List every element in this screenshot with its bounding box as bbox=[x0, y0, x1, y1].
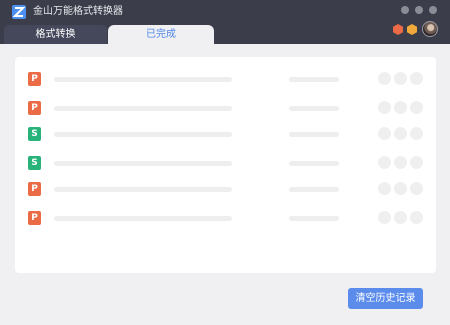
action-icon[interactable] bbox=[394, 156, 407, 169]
completed-file-list: P P S S P P bbox=[15, 57, 436, 273]
file-size-placeholder bbox=[289, 132, 339, 137]
list-item[interactable]: P bbox=[15, 182, 436, 196]
list-item[interactable]: P bbox=[15, 211, 436, 225]
action-icon[interactable] bbox=[410, 182, 423, 195]
file-name-placeholder bbox=[54, 132, 232, 137]
file-size-placeholder bbox=[289, 187, 339, 192]
list-item[interactable]: S bbox=[15, 127, 436, 141]
file-size-placeholder bbox=[289, 77, 339, 82]
tab-format-convert[interactable]: 格式转换 bbox=[4, 25, 107, 44]
action-icon[interactable] bbox=[378, 182, 391, 195]
ppt-file-icon: P bbox=[28, 182, 41, 196]
hexagon-yellow-icon[interactable] bbox=[407, 24, 417, 35]
clear-history-button[interactable]: 清空历史记录 bbox=[348, 288, 423, 309]
file-size-placeholder bbox=[289, 216, 339, 221]
action-icon[interactable] bbox=[394, 127, 407, 140]
action-icon[interactable] bbox=[394, 72, 407, 85]
title-bar: 金山万能格式转换器 格式转换 已完成 bbox=[0, 0, 450, 44]
action-icon[interactable] bbox=[378, 127, 391, 140]
avatar[interactable] bbox=[422, 21, 438, 37]
sheet-file-icon: S bbox=[28, 156, 41, 170]
ppt-file-icon: P bbox=[28, 72, 41, 86]
list-item[interactable]: P bbox=[15, 101, 436, 115]
action-icon[interactable] bbox=[394, 182, 407, 195]
action-icon[interactable] bbox=[378, 72, 391, 85]
maximize-icon[interactable] bbox=[415, 6, 423, 14]
action-icon[interactable] bbox=[410, 211, 423, 224]
action-icon[interactable] bbox=[394, 211, 407, 224]
tab-completed[interactable]: 已完成 bbox=[108, 25, 214, 44]
app-title: 金山万能格式转换器 bbox=[33, 6, 123, 17]
minimize-icon[interactable] bbox=[401, 6, 409, 14]
ppt-file-icon: P bbox=[28, 101, 41, 115]
action-icon[interactable] bbox=[378, 211, 391, 224]
action-icon[interactable] bbox=[378, 101, 391, 114]
list-item[interactable]: S bbox=[15, 156, 436, 170]
action-icon[interactable] bbox=[378, 156, 391, 169]
file-size-placeholder bbox=[289, 106, 339, 111]
file-size-placeholder bbox=[289, 161, 339, 166]
action-icon[interactable] bbox=[410, 101, 423, 114]
close-icon[interactable] bbox=[429, 6, 437, 14]
action-icon[interactable] bbox=[410, 127, 423, 140]
app-logo-icon bbox=[12, 5, 26, 19]
ppt-file-icon: P bbox=[28, 211, 41, 225]
file-name-placeholder bbox=[54, 106, 232, 111]
sheet-file-icon: S bbox=[28, 127, 41, 141]
list-item[interactable]: P bbox=[15, 72, 436, 86]
hexagon-orange-icon[interactable] bbox=[393, 24, 403, 35]
file-name-placeholder bbox=[54, 216, 232, 221]
file-name-placeholder bbox=[54, 161, 232, 166]
file-name-placeholder bbox=[54, 187, 232, 192]
action-icon[interactable] bbox=[410, 156, 423, 169]
action-icon[interactable] bbox=[410, 72, 423, 85]
action-icon[interactable] bbox=[394, 101, 407, 114]
file-name-placeholder bbox=[54, 77, 232, 82]
